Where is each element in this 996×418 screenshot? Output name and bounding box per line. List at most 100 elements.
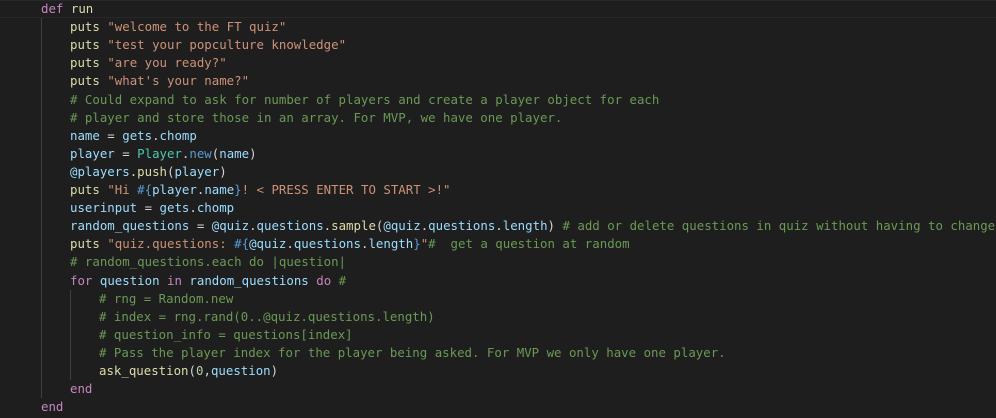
code-line[interactable]: name = gets.chomp xyxy=(70,127,197,145)
code-token: puts xyxy=(70,55,100,71)
code-token: . xyxy=(495,218,503,234)
code-line[interactable]: for question in random_questions do # xyxy=(70,272,346,290)
code-token: player xyxy=(152,182,197,197)
code-token: "test your popculture knowledge" xyxy=(107,37,347,53)
code-line[interactable]: puts "what's your name?" xyxy=(70,72,249,90)
code-line[interactable]: player = Player.new(name) xyxy=(70,145,257,163)
code-token: = xyxy=(99,127,123,143)
indent-guide xyxy=(70,289,71,381)
code-line[interactable]: # question_info = questions[index] xyxy=(99,326,353,344)
code-token: # get a question at random xyxy=(428,236,630,252)
code-line[interactable]: # rng = Random.new xyxy=(99,290,233,308)
code-token: . xyxy=(152,127,160,143)
code-token: in xyxy=(167,272,182,288)
code-token: end xyxy=(41,399,64,415)
code-token: sample xyxy=(331,218,376,234)
code-line[interactable]: # random_questions.each do |question| xyxy=(70,253,346,271)
code-token: ) xyxy=(547,218,563,234)
code-editor[interactable]: def run puts "welcome to the FT quiz" puts… xyxy=(0,0,996,418)
code-token: ) xyxy=(219,163,227,179)
code-token: # rng = Random.new xyxy=(99,290,234,306)
code-token: @quiz xyxy=(249,236,287,252)
code-line[interactable]: # index = rng.rand(0..@quiz.questions.le… xyxy=(99,308,435,326)
code-token: random_questions xyxy=(189,272,309,288)
code-token: #{ xyxy=(137,182,153,197)
code-token: # question_info = questions[index] xyxy=(99,326,353,342)
code-token: # xyxy=(338,272,347,288)
code-line[interactable]: ask_question(0,question) xyxy=(99,362,278,380)
code-token: player xyxy=(174,163,220,179)
code-token: = xyxy=(137,200,160,216)
code-token: run xyxy=(70,1,94,16)
code-token: questions xyxy=(428,218,496,234)
code-token: push xyxy=(137,163,167,179)
code-line[interactable]: puts "Hi #{player.name}! < PRESS ENTER T… xyxy=(70,181,451,199)
code-token: . xyxy=(189,200,197,216)
code-token: # index = rng.rand(0..@quiz.questions.le… xyxy=(99,308,435,324)
indent-guide xyxy=(41,18,42,399)
code-token: random_questions xyxy=(70,218,190,234)
code-token: ask_question xyxy=(99,363,189,378)
code-line[interactable]: end xyxy=(70,380,92,398)
code-token: "are you ready?" xyxy=(107,55,227,71)
code-token: question xyxy=(99,272,160,288)
code-token: } xyxy=(234,182,242,197)
code-line[interactable]: puts "welcome to the FT quiz" xyxy=(70,18,286,36)
code-token: for xyxy=(70,272,93,288)
code-token: "what's your name?" xyxy=(107,73,250,89)
code-line[interactable]: puts "test your popculture knowledge" xyxy=(70,36,346,54)
code-token: puts xyxy=(70,236,100,252)
code-token: new xyxy=(189,145,212,161)
code-token: } xyxy=(413,236,421,252)
code-token: . xyxy=(249,218,257,234)
code-token: @quiz xyxy=(211,218,250,234)
code-token: # player and store those in an array. Fo… xyxy=(70,109,563,125)
code-token: puts xyxy=(70,182,100,197)
code-token: # random_questions.each do |question| xyxy=(70,254,347,270)
code-token: # add or delete questions in quiz withou… xyxy=(562,218,996,234)
code-token: name xyxy=(70,127,100,143)
code-token: questions xyxy=(256,218,324,234)
code-token: userinput xyxy=(70,200,138,216)
code-token: chomp xyxy=(196,200,235,216)
code-token: chomp xyxy=(159,127,197,143)
code-line[interactable]: # Could expand to ask for number of play… xyxy=(70,91,659,109)
code-token: length xyxy=(502,218,548,234)
code-line[interactable]: @players.push(player) xyxy=(70,163,227,181)
code-line[interactable]: puts "quiz.questions: #{@quiz.questions.… xyxy=(70,235,630,253)
code-line[interactable]: end xyxy=(41,398,63,416)
code-token: name xyxy=(219,145,250,161)
code-line[interactable]: random_questions = @quiz.questions.sampl… xyxy=(70,217,996,235)
code-token: puts xyxy=(70,37,100,53)
code-line[interactable]: def run xyxy=(41,0,93,18)
current-line-highlight xyxy=(0,0,996,18)
code-token: . xyxy=(286,236,294,252)
code-token: name xyxy=(204,182,235,197)
code-token: "welcome to the FT quiz" xyxy=(107,19,287,35)
code-token: gets xyxy=(159,200,190,216)
code-token: questions xyxy=(293,236,361,252)
code-token: ( xyxy=(188,363,196,378)
code-token: "Hi xyxy=(107,182,138,197)
code-token: gets xyxy=(122,127,153,143)
code-token: @quiz xyxy=(383,218,421,234)
code-token: Player xyxy=(137,145,182,161)
code-token: player xyxy=(70,145,115,161)
code-token: = xyxy=(114,145,138,161)
code-line[interactable]: # player and store those in an array. Fo… xyxy=(70,109,562,127)
code-token: ! < PRESS ENTER TO START >!" xyxy=(241,182,451,197)
code-token: def xyxy=(41,1,64,16)
code-token: end xyxy=(70,381,93,397)
code-line[interactable]: # Pass the player index for the player b… xyxy=(99,344,726,362)
code-token: puts xyxy=(70,73,100,89)
code-token: , xyxy=(203,363,211,378)
code-token: # Could expand to ask for number of play… xyxy=(70,91,660,107)
code-token: = xyxy=(189,218,212,234)
code-line[interactable]: puts "are you ready?" xyxy=(70,54,227,72)
code-line[interactable]: userinput = gets.chomp xyxy=(70,199,234,217)
code-token: question xyxy=(210,363,271,378)
